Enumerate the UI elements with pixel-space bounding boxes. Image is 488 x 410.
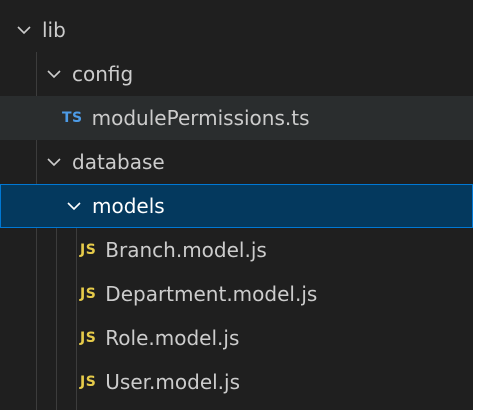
file-user-model[interactable]: JS User.model.js	[0, 360, 473, 404]
folder-label: lib	[42, 18, 66, 42]
file-role-model[interactable]: JS Role.model.js	[0, 316, 473, 360]
file-label: modulePermissions.ts	[91, 106, 310, 130]
javascript-file-icon: JS	[80, 242, 97, 258]
javascript-file-icon: JS	[80, 330, 97, 346]
file-department-model[interactable]: JS Department.model.js	[0, 272, 473, 316]
file-label: Branch.model.js	[105, 238, 267, 262]
file-explorer-tree: lib config TS modulePermissions.ts datab…	[0, 0, 473, 410]
folder-lib[interactable]: lib	[0, 8, 473, 52]
file-branch-model[interactable]: JS Branch.model.js	[0, 228, 473, 272]
folder-config[interactable]: config	[0, 52, 473, 96]
chevron-down-icon[interactable]	[44, 152, 64, 172]
folder-label: database	[72, 150, 165, 174]
folder-label: config	[72, 62, 134, 86]
chevron-down-icon[interactable]	[64, 196, 84, 216]
typescript-file-icon: TS	[62, 110, 83, 126]
file-label: User.model.js	[105, 370, 241, 394]
folder-database[interactable]: database	[0, 140, 473, 184]
javascript-file-icon: JS	[80, 374, 97, 390]
chevron-down-icon[interactable]	[44, 64, 64, 84]
folder-label: models	[92, 194, 165, 218]
chevron-down-icon[interactable]	[14, 20, 34, 40]
file-label: Department.model.js	[105, 282, 318, 306]
javascript-file-icon: JS	[80, 286, 97, 302]
folder-models[interactable]: models	[0, 184, 473, 228]
file-module-permissions[interactable]: TS modulePermissions.ts	[0, 96, 473, 140]
file-label: Role.model.js	[105, 326, 240, 350]
